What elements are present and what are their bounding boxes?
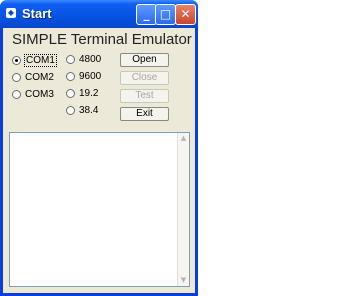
test-button[interactable]: Test bbox=[120, 89, 169, 103]
output-textarea[interactable]: ▲ ▼ bbox=[9, 132, 190, 287]
radio-icon[interactable] bbox=[12, 56, 21, 65]
port-label: COM1 bbox=[24, 54, 57, 67]
window-title: Start bbox=[22, 6, 52, 21]
app-window: ◆ Start _ □ ✕ SIMPLE Terminal Emulator C… bbox=[0, 0, 198, 296]
radio-icon[interactable] bbox=[66, 55, 75, 64]
scroll-up-icon[interactable]: ▲ bbox=[178, 133, 189, 144]
speed-option-9600[interactable]: 9600 bbox=[66, 71, 101, 82]
port-option-com1[interactable]: COM1 bbox=[12, 54, 57, 67]
port-label: COM3 bbox=[25, 89, 54, 100]
app-icon: ◆ bbox=[6, 8, 16, 18]
close-window-button[interactable]: ✕ bbox=[175, 4, 196, 25]
port-label: COM2 bbox=[25, 72, 54, 83]
scroll-down-icon[interactable]: ▼ bbox=[178, 275, 189, 286]
radio-icon[interactable] bbox=[66, 106, 75, 115]
port-option-com3[interactable]: COM3 bbox=[12, 89, 54, 100]
close-button[interactable]: Close bbox=[120, 71, 169, 85]
vertical-scrollbar[interactable]: ▲ ▼ bbox=[177, 133, 189, 286]
exit-button[interactable]: Exit bbox=[120, 107, 169, 121]
speed-option-38-4[interactable]: 38.4 bbox=[66, 105, 98, 116]
app-heading: SIMPLE Terminal Emulator bbox=[12, 31, 192, 48]
radio-icon[interactable] bbox=[66, 89, 75, 98]
radio-icon[interactable] bbox=[12, 90, 21, 99]
port-option-com2[interactable]: COM2 bbox=[12, 72, 54, 83]
speed-label: 9600 bbox=[79, 71, 102, 82]
maximize-button[interactable]: □ bbox=[155, 4, 176, 25]
speed-label: 4800 bbox=[79, 54, 102, 65]
speed-label: 19.2 bbox=[79, 88, 99, 99]
speed-option-19-2[interactable]: 19.2 bbox=[66, 88, 98, 99]
speed-option-4800[interactable]: 4800 bbox=[66, 54, 101, 65]
radio-icon[interactable] bbox=[12, 73, 21, 82]
radio-icon[interactable] bbox=[66, 72, 75, 81]
speed-label: 38.4 bbox=[79, 105, 99, 116]
title-bar[interactable]: ◆ Start _ □ ✕ bbox=[0, 0, 198, 28]
minimize-button[interactable]: _ bbox=[136, 4, 157, 25]
open-button[interactable]: Open bbox=[120, 53, 169, 67]
